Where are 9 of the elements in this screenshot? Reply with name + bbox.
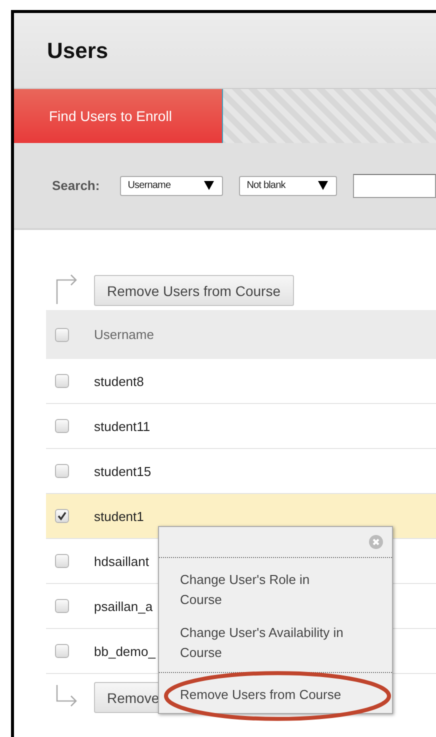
table-cell: student11	[94, 418, 150, 434]
table-cell: student8	[94, 374, 144, 388]
page-title: Users	[47, 38, 108, 64]
table-cell: student1	[94, 508, 144, 524]
table-cell: psaillan_a	[94, 598, 153, 614]
search-label: Search:	[52, 178, 100, 193]
table-cell: bb_demo_	[94, 644, 156, 658]
table-cell: student15	[94, 464, 152, 478]
table-cell: hdsaillant	[94, 554, 149, 568]
